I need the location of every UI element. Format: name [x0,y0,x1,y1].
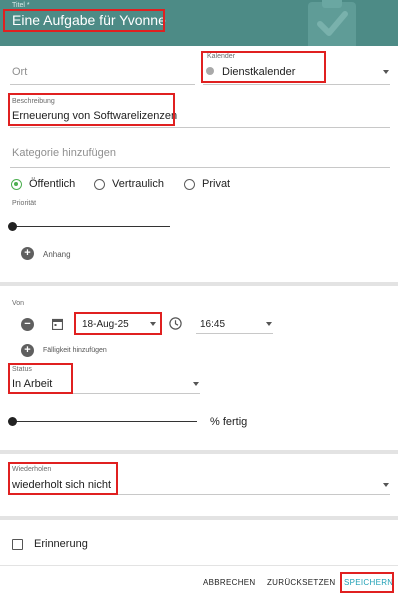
save-highlight [340,572,394,593]
priority-slider-handle[interactable] [8,222,17,231]
category-underline [10,167,390,168]
calendar-underline [203,84,390,85]
footer-divider [0,565,398,566]
description-underline [10,127,390,128]
location-input[interactable]: Ort [12,66,27,78]
priority-slider-track[interactable] [12,226,170,227]
chevron-down-icon[interactable] [193,382,199,386]
date-highlight [74,312,162,335]
chevron-down-icon[interactable] [383,70,389,74]
radio-confidential-label[interactable]: Vertraulich [112,178,164,190]
radio-private[interactable] [184,179,195,190]
radio-public-label[interactable]: Öffentlich [29,178,75,190]
progress-slider-handle[interactable] [8,417,17,426]
time-input[interactable]: 16:45 [200,319,225,330]
from-label: Von [12,300,25,307]
description-highlight [8,93,175,126]
plus-icon[interactable]: + [21,344,34,357]
clock-icon[interactable] [169,317,182,330]
calendar-highlight [201,51,326,83]
reminder-checkbox[interactable] [12,539,23,550]
minus-icon[interactable]: − [21,318,34,331]
cancel-button[interactable]: ABBRECHEN [203,578,256,587]
title-highlight [3,9,165,32]
chevron-down-icon[interactable] [266,322,272,326]
radio-private-label[interactable]: Privat [202,178,230,190]
status-highlight [8,363,73,394]
chevron-down-icon[interactable] [383,483,389,487]
time-underline [196,333,273,334]
section-divider [0,450,398,454]
location-underline [10,84,195,85]
priority-label: Priorität [12,200,37,207]
repeat-highlight [8,462,118,495]
progress-slider-track[interactable] [12,421,197,422]
reset-button[interactable]: ZURÜCKSETZEN [267,578,336,587]
category-input[interactable]: Kategorie hinzufügen [12,147,116,159]
checklist-icon [308,0,356,46]
plus-icon[interactable]: + [21,247,34,260]
attachment-label[interactable]: Anhang [43,250,71,259]
radio-confidential[interactable] [94,179,105,190]
reminder-label[interactable]: Erinnerung [34,538,88,550]
progress-label: % fertig [210,416,248,428]
section-divider [0,516,398,520]
due-label[interactable]: Fälligkeit hinzufügen [43,347,107,354]
section-divider [0,282,398,286]
radio-public[interactable] [11,179,22,190]
title-label: Titel * [12,2,30,9]
calendar-icon[interactable] [52,318,63,330]
